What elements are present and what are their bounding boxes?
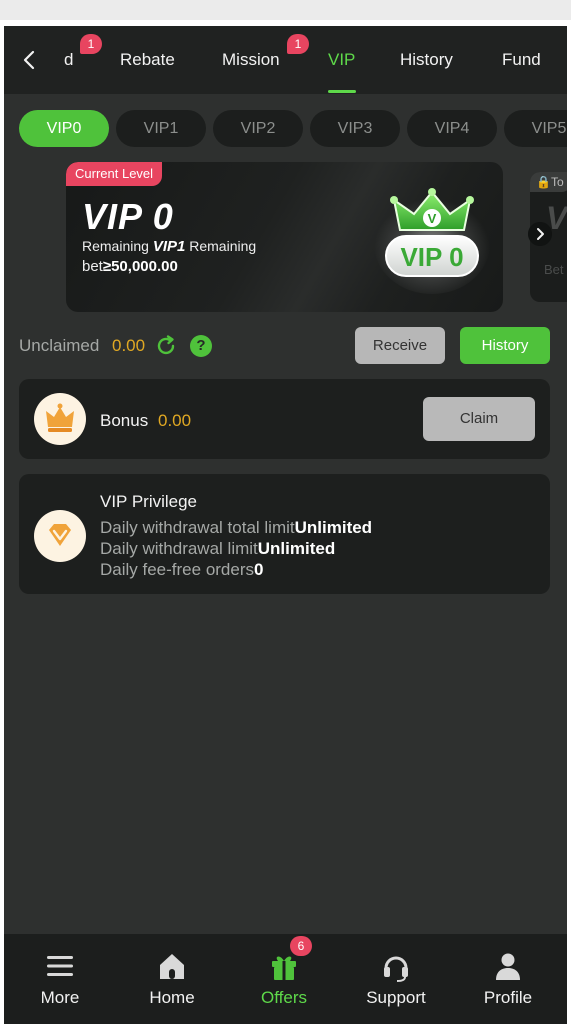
back-arrow-icon[interactable] [18,48,40,72]
privilege-item-label: Daily withdrawal total limit [100,518,295,537]
lock-icon: 🔒 [536,175,551,189]
help-icon[interactable]: ? [190,335,212,357]
nav-home-label: Home [149,988,195,1007]
browser-top-strip [0,0,571,20]
next-level-tag-text: To [550,175,564,189]
remaining-text: Remaining VIP1 Remaining [82,238,256,255]
privilege-item-label: Daily withdrawal limit [100,539,258,558]
privilege-item-value: Unlimited [257,539,336,558]
emblem-text: VIP 0 [400,242,463,272]
privilege-item-value: Unlimited [294,518,373,537]
bonus-label: Bonus [100,411,149,430]
privilege-item-label: Daily fee-free orders [100,560,255,579]
level-chip-vip2[interactable]: VIP2 [213,110,303,147]
nav-offers[interactable]: 6 Offers [228,934,340,1024]
bet-requirement: bet≥50,000.00 [82,258,178,275]
claim-button[interactable]: Claim [423,397,535,441]
tab-mission[interactable]: Mission [222,50,280,70]
history-button[interactable]: History [460,327,550,364]
current-level-title: VIP 0 [82,196,174,237]
level-chip-vip1[interactable]: VIP1 [116,110,206,147]
nav-offers-label: Offers [261,988,307,1007]
top-tab-bar: d 1 Rebate Mission 1 VIP History Fund [4,26,567,94]
active-tab-indicator [328,90,356,93]
tab-rebate[interactable]: Rebate [120,50,175,70]
home-icon [160,954,184,979]
next-level-bet: Bet [544,262,564,277]
bet-amount: ≥50,000.00 [102,258,178,275]
privilege-item: Daily fee-free orders0 [100,560,263,580]
tab-mission-badge: 1 [287,34,309,54]
privilege-title: VIP Privilege [100,492,198,511]
unclaimed-label: Unclaimed [19,336,100,355]
nav-home[interactable]: Home [116,934,228,1024]
level-chip-vip0[interactable]: VIP0 [19,110,109,147]
remaining-suffix: Remaining [185,238,257,254]
crown-icon [34,393,86,445]
headset-icon [384,956,408,982]
nav-profile-label: Profile [483,988,533,1007]
privilege-item: Daily withdrawal total limitUnlimited [100,518,372,538]
bottom-nav-bar: More Home 6 Offers Support Profile [4,934,567,1024]
nav-more[interactable]: More [4,934,116,1024]
level-chip-vip5[interactable]: VIP5 [504,110,567,147]
tab-d[interactable]: d [64,50,73,70]
remaining-prefix: Remaining [82,238,153,254]
user-icon [496,953,520,980]
vip-privilege-panel: VIP Privilege Daily withdrawal total lim… [19,474,550,594]
diamond-icon [34,510,86,562]
tab-d-badge: 1 [80,34,102,54]
level-chip-vip4[interactable]: VIP4 [407,110,497,147]
emblem-letter: V [428,211,437,226]
next-level-tag: 🔒To [530,172,567,192]
chevron-right-icon[interactable] [528,222,552,246]
current-level-card: Current Level VIP 0 Remaining VIP1 Remai… [66,162,503,312]
tab-vip[interactable]: VIP [328,50,355,70]
tab-history[interactable]: History [400,50,453,70]
bonus-panel: Bonus 0.00 Claim [19,379,550,459]
current-level-tag: Current Level [66,162,163,186]
refresh-icon[interactable] [154,334,178,358]
privilege-item-value: 0 [254,560,264,579]
nav-support[interactable]: Support [340,934,452,1024]
nav-profile[interactable]: Profile [452,934,564,1024]
nav-more-label: More [40,988,80,1007]
unclaimed-value: 0.00 [112,336,146,355]
menu-icon [47,956,73,976]
privilege-item: Daily withdrawal limitUnlimited [100,539,335,559]
app-screen: d 1 Rebate Mission 1 VIP History Fund VI… [4,26,567,1024]
bonus-value: 0.00 [158,411,192,430]
vip-crown-emblem-icon: V VIP 0 [374,188,490,294]
nav-support-label: Support [366,988,426,1007]
offers-badge: 6 [290,936,312,956]
receive-button[interactable]: Receive [355,327,445,364]
bet-label: bet [82,258,103,275]
tab-fund[interactable]: Fund [502,50,541,70]
next-level-name: VIP1 [152,238,186,255]
level-chip-vip3[interactable]: VIP3 [310,110,400,147]
